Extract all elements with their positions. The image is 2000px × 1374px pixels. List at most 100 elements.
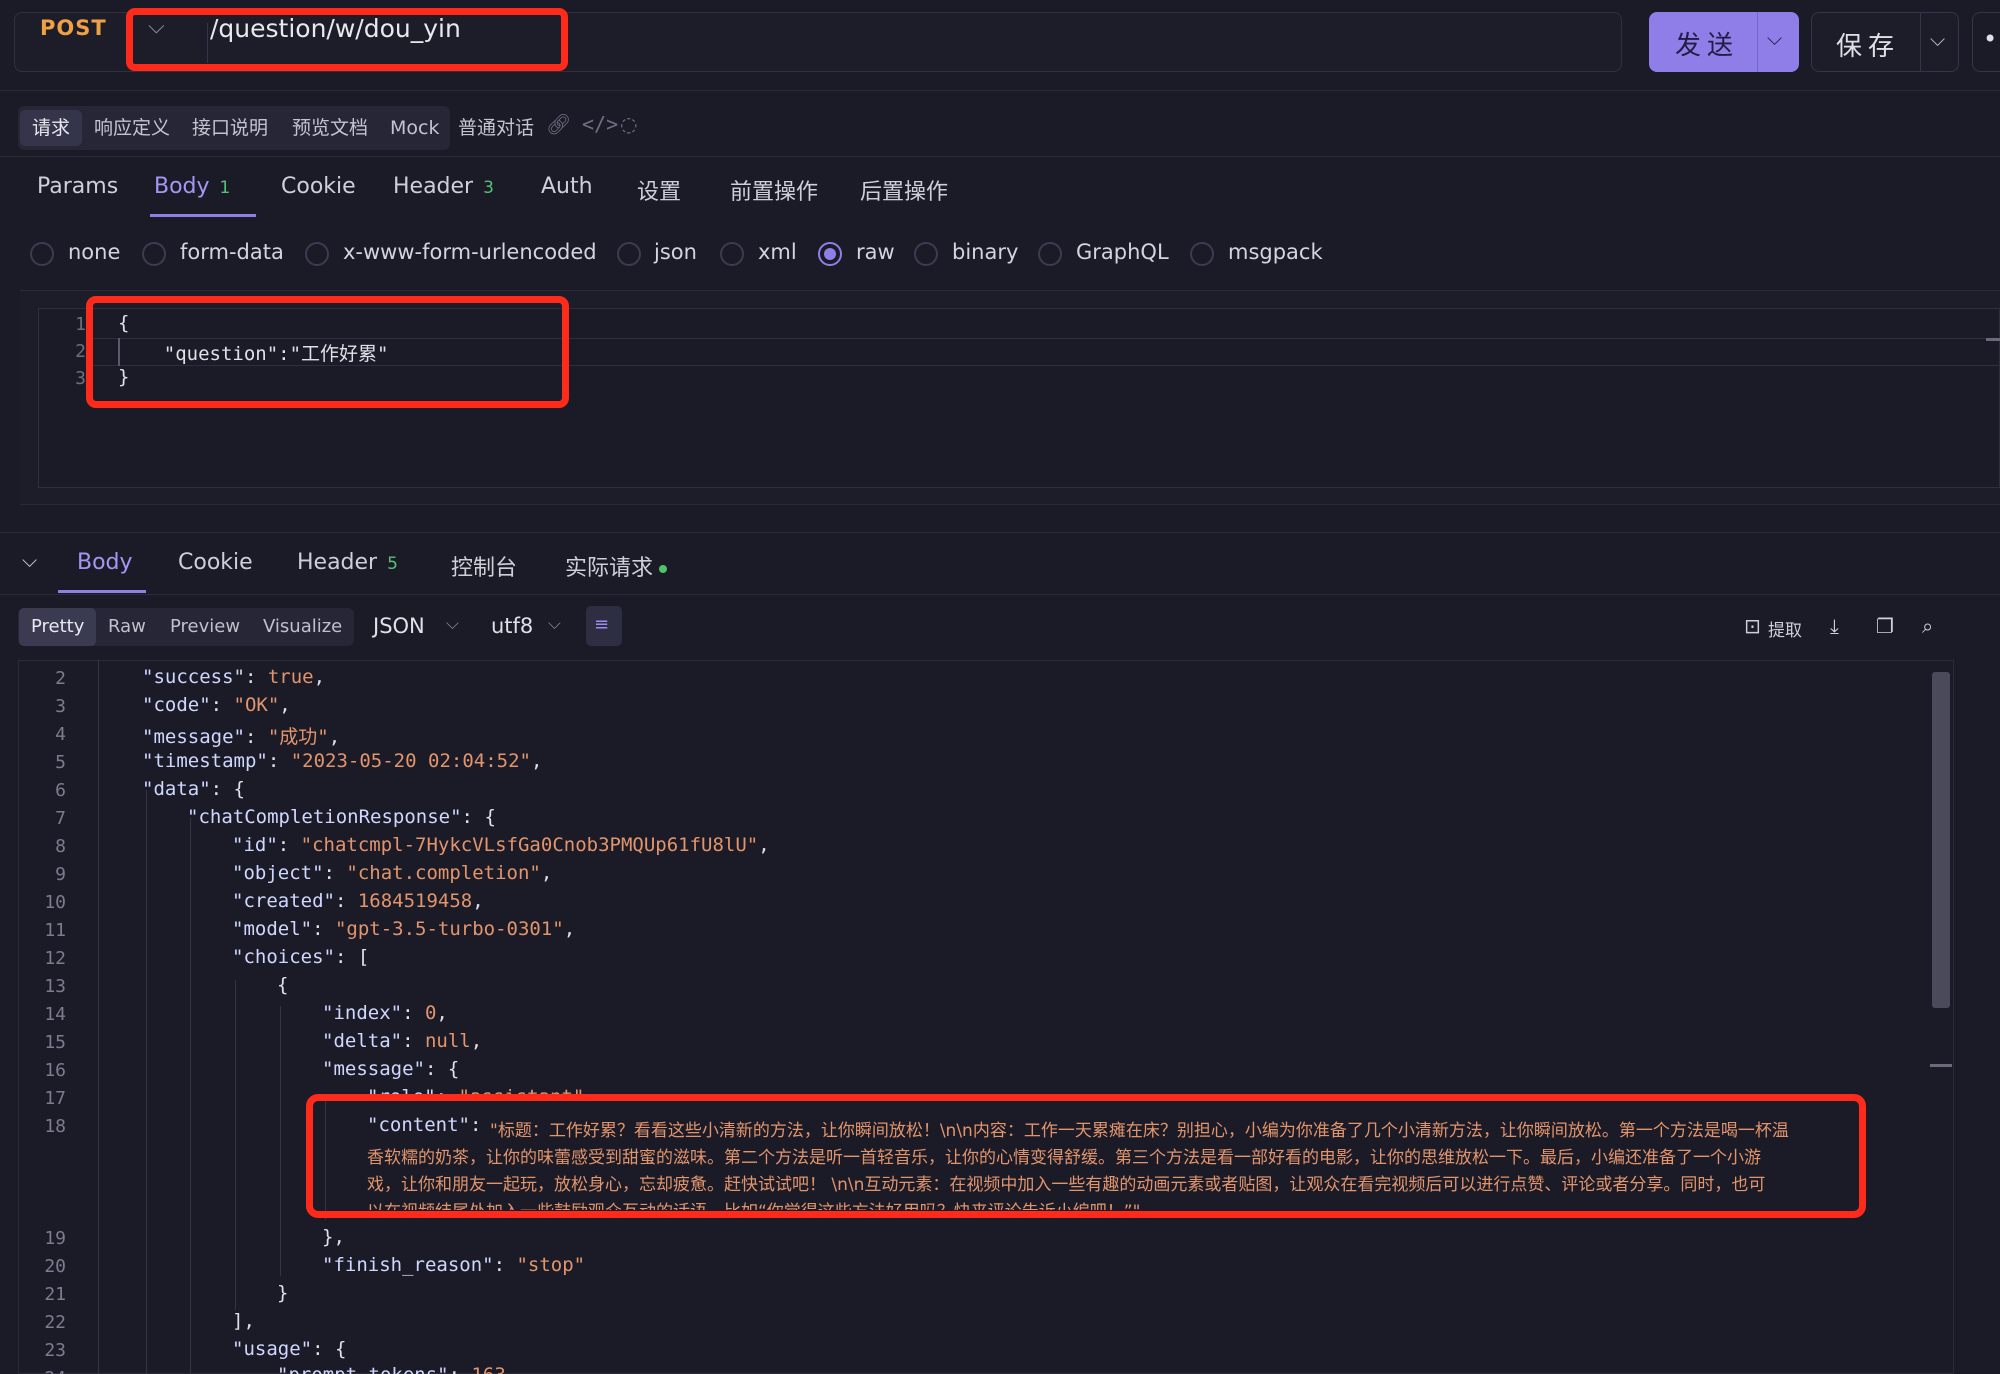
- response-tab-body[interactable]: Body: [77, 550, 133, 575]
- line-number: 19: [44, 1228, 66, 1249]
- radio-label-json[interactable]: json: [654, 240, 697, 264]
- json-line: "object": "chat.completion",: [232, 862, 553, 884]
- radio-raw[interactable]: [818, 242, 842, 266]
- line-number: 15: [44, 1032, 66, 1053]
- json-value: "成功": [267, 726, 329, 748]
- json-punct: ,: [530, 750, 543, 772]
- chevron-down-icon[interactable]: ⌵: [446, 614, 459, 634]
- radio-label-none[interactable]: none: [68, 240, 120, 264]
- chevron-down-icon[interactable]: ⌵: [22, 548, 37, 572]
- line-number: 2: [75, 341, 86, 362]
- extract-icon[interactable]: ⊡: [1744, 614, 1761, 638]
- json-value: "chat.completion": [346, 862, 541, 884]
- chevron-down-icon[interactable]: ⌵: [1930, 27, 1945, 51]
- radio-label-binary[interactable]: binary: [952, 240, 1018, 264]
- highlight-url: [126, 8, 568, 71]
- view-visualize[interactable]: Visualize: [251, 608, 354, 646]
- response-tab-header[interactable]: Header 5: [297, 550, 398, 575]
- radio-label-x-www-form-urlencoded[interactable]: x-www-form-urlencoded: [343, 240, 597, 264]
- line-number: 22: [44, 1312, 66, 1333]
- response-tab-actual-request[interactable]: 实际请求: [565, 550, 668, 582]
- tab-settings[interactable]: 设置: [637, 174, 681, 206]
- json-value: 1684519458: [357, 890, 473, 912]
- method-selector[interactable]: POST: [40, 16, 107, 40]
- copy-icon[interactable]: ❐: [1876, 614, 1894, 638]
- json-key: "finish_reason": [322, 1254, 494, 1276]
- tab-pre-operations[interactable]: 前置操作: [730, 174, 818, 206]
- json-key: "object": [232, 862, 324, 884]
- radio-label-graphql[interactable]: GraphQL: [1076, 240, 1169, 264]
- tab-preview-docs[interactable]: 预览文档: [280, 110, 380, 146]
- wrap-icon: ≡: [594, 614, 610, 635]
- line-number: 21: [44, 1284, 66, 1305]
- json-value: {: [233, 778, 245, 800]
- line-number: 24: [30, 1368, 66, 1374]
- view-pretty[interactable]: Pretty: [19, 608, 97, 646]
- json-line: "timestamp": "2023-05-20 02:04:52",: [142, 750, 543, 772]
- scrollbar-thumb[interactable]: [1932, 672, 1950, 1008]
- tab-mock[interactable]: Mock: [378, 110, 451, 146]
- tab-request[interactable]: 请求: [20, 110, 83, 146]
- radio-label-msgpack[interactable]: msgpack: [1228, 240, 1323, 264]
- line-number: 12: [44, 948, 66, 969]
- radio-label-xml[interactable]: xml: [758, 240, 797, 264]
- json-line: "usage": {: [232, 1338, 347, 1360]
- download-icon[interactable]: ⤓: [1830, 614, 1839, 638]
- radio-label-raw[interactable]: raw: [856, 240, 895, 264]
- scroll-marker: [1930, 1064, 1952, 1067]
- json-punct: ,: [758, 834, 770, 856]
- json-key: "timestamp": [142, 750, 268, 772]
- more-button[interactable]: •: [1972, 12, 2000, 72]
- radio-x-www-form-urlencoded[interactable]: [305, 242, 329, 266]
- tab-body[interactable]: Body 1: [154, 174, 230, 199]
- format-select[interactable]: JSON: [373, 614, 425, 638]
- tab-auth[interactable]: Auth: [541, 174, 593, 199]
- active-tab-indicator: [58, 590, 146, 593]
- radio-msgpack[interactable]: [1190, 242, 1214, 266]
- line-number: 14: [44, 1004, 66, 1025]
- chevron-down-icon[interactable]: ⌵: [1767, 26, 1782, 50]
- send-label: 发送: [1675, 31, 1740, 61]
- highlight-content: [306, 1094, 1866, 1218]
- radio-xml[interactable]: [720, 242, 744, 266]
- tab-cookie[interactable]: Cookie: [281, 174, 356, 199]
- radio-none[interactable]: [30, 242, 54, 266]
- json-key: "prompt_tokens": [277, 1364, 449, 1374]
- link-icon[interactable]: 🔗︎: [546, 112, 571, 136]
- tab-response-definition[interactable]: 响应定义: [82, 110, 182, 146]
- json-line: "data": {: [142, 778, 245, 800]
- json-punct: ,: [313, 666, 326, 688]
- tab-params[interactable]: Params: [37, 174, 118, 199]
- response-tab-cookie[interactable]: Cookie: [178, 550, 253, 575]
- tab-header[interactable]: Header 3: [393, 174, 494, 199]
- search-icon[interactable]: ⌕: [1922, 614, 1933, 638]
- save-button[interactable]: 保存 ⌵: [1811, 12, 1959, 72]
- line-number: 3: [75, 368, 86, 389]
- line-number: 1: [75, 314, 86, 335]
- word-wrap-button[interactable]: ≡: [586, 606, 622, 646]
- line-number: 17: [44, 1088, 66, 1109]
- extract-label[interactable]: 提取: [1768, 616, 1802, 641]
- chevron-down-icon[interactable]: ⌵: [548, 614, 561, 634]
- line-number: 2: [55, 668, 66, 689]
- tab-post-operations[interactable]: 后置操作: [860, 174, 948, 206]
- radio-binary[interactable]: [914, 242, 938, 266]
- view-raw[interactable]: Raw: [96, 608, 158, 646]
- radio-form-data[interactable]: [142, 242, 166, 266]
- encoding-select[interactable]: utf8: [491, 614, 533, 638]
- view-preview[interactable]: Preview: [158, 608, 252, 646]
- code-icon[interactable]: </>: [582, 112, 618, 136]
- radio-json[interactable]: [617, 242, 641, 266]
- radio-label-form-data[interactable]: form-data: [180, 240, 284, 264]
- line-number: 13: [44, 976, 66, 997]
- json-value: {: [484, 806, 496, 828]
- json-key: "created": [232, 890, 335, 912]
- radio-graphql[interactable]: [1038, 242, 1062, 266]
- json-key: "success": [142, 666, 245, 688]
- tab-api-description[interactable]: 接口说明: [180, 110, 280, 146]
- json-value: 0: [424, 1002, 437, 1024]
- history-icon[interactable]: ◌: [620, 112, 637, 136]
- send-button[interactable]: 发送 ⌵: [1649, 12, 1799, 72]
- send-divider: [1757, 12, 1758, 72]
- response-tab-console[interactable]: 控制台: [451, 550, 517, 582]
